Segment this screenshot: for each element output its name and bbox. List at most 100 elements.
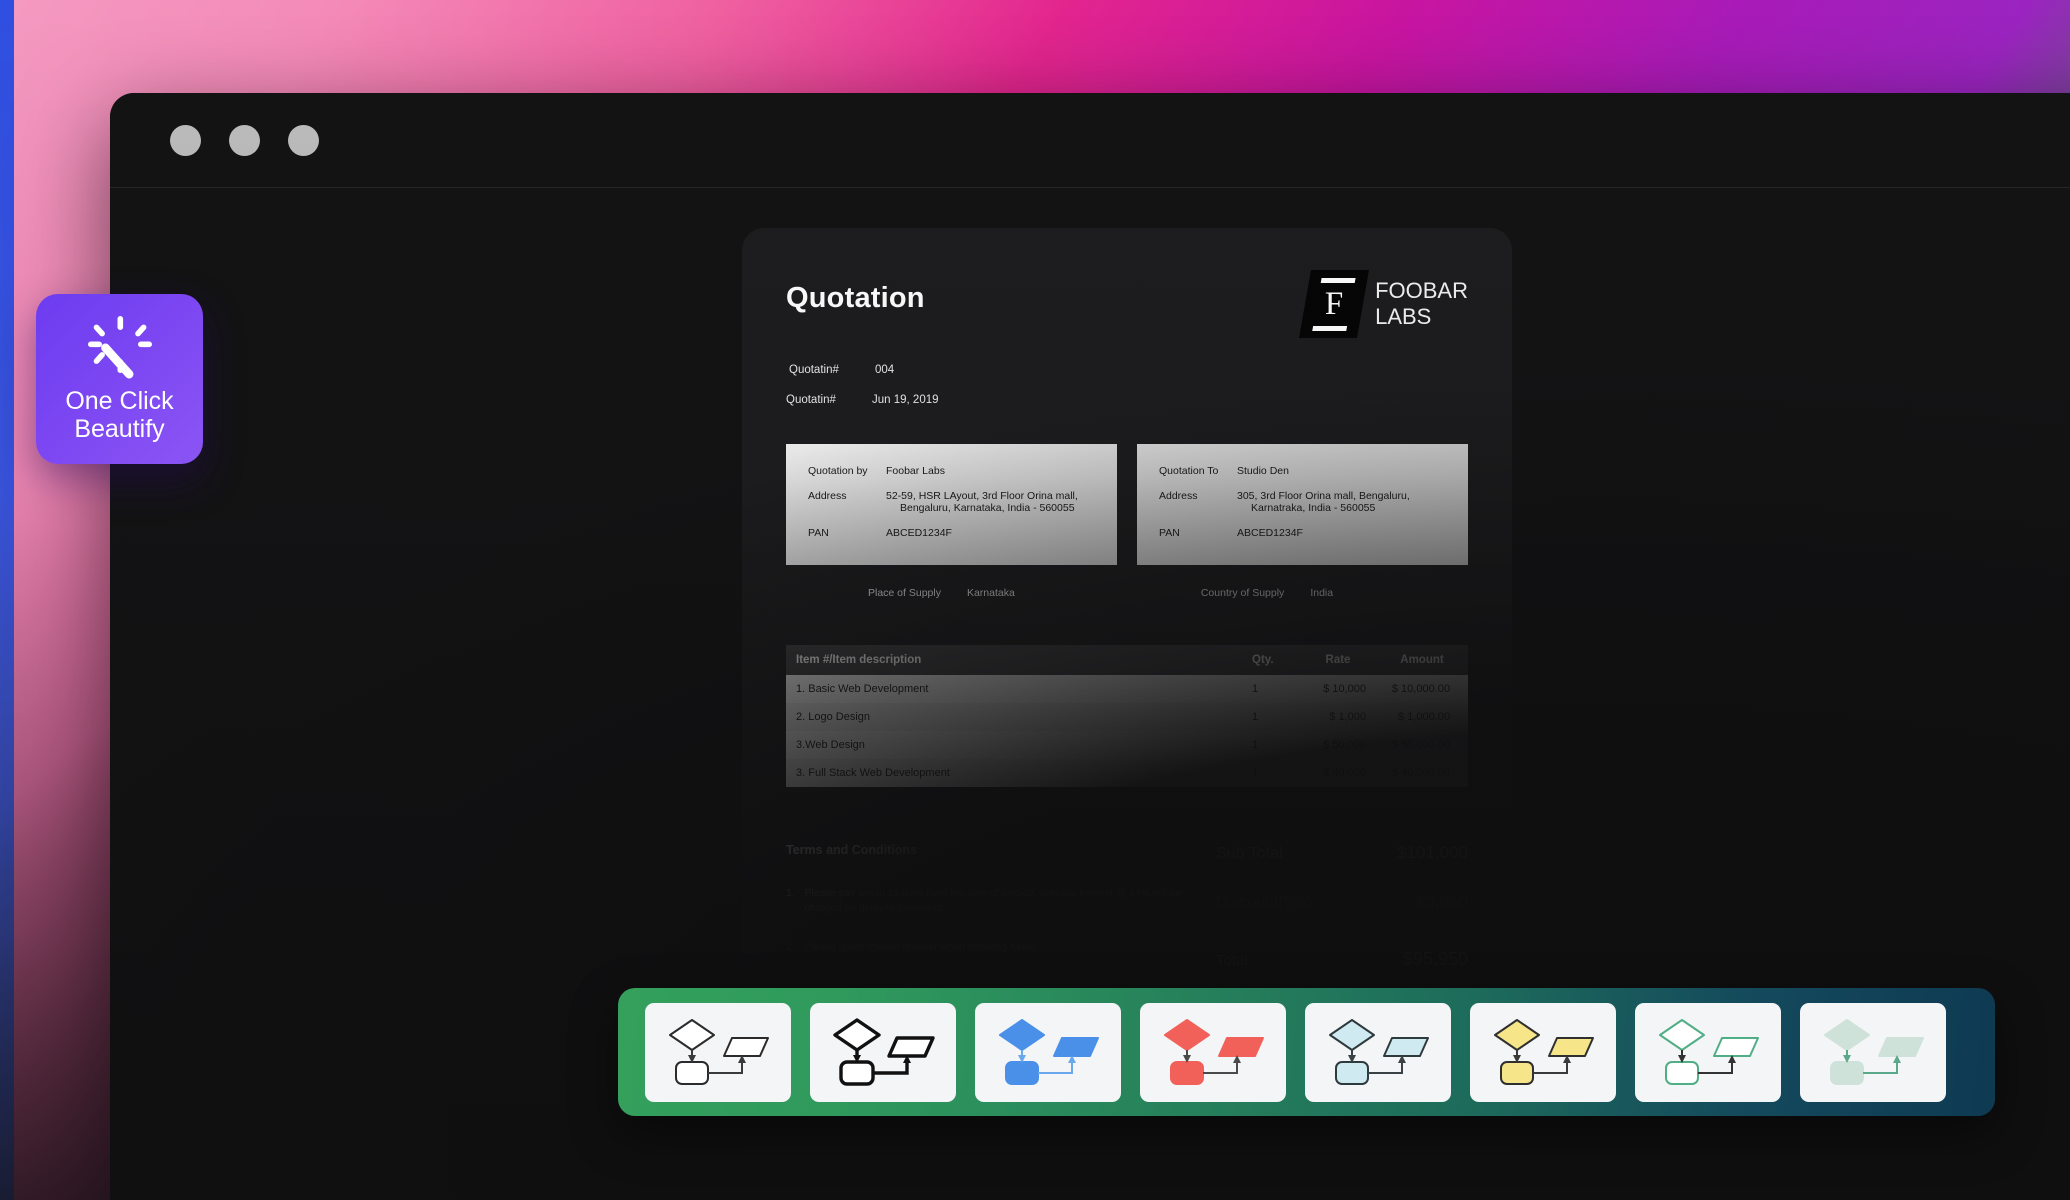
template-thumbnail[interactable] [1305,1002,1451,1102]
to-pan-value: ABCED1234F [1237,527,1303,539]
logo-letter: F [1324,285,1344,322]
party-cards: Quotation by Foobar Labs Address 52-59, … [786,444,1468,565]
from-party-row: Quotation by Foobar Labs [808,465,1095,477]
logo-bar-bottom [1312,325,1348,331]
template-thumbnail[interactable] [645,1002,791,1102]
from-party-label: Quotation by [808,465,868,477]
process-box [1665,1061,1699,1085]
subtotal-label: Sub Total [1216,845,1283,862]
cell-rate: $ 40,000 [1300,759,1376,787]
from-pan-label: PAN [808,527,829,539]
logo-bar-top [1320,277,1356,283]
table-row: 3. Full Stack Web Development 1 $ 40,000 $ … [786,759,1468,787]
process-box [1335,1061,1369,1085]
decision-diamond [1494,1019,1540,1051]
from-address-value: 52-59, HSR LAyout, 3rd Floor Orina mall,… [886,490,1078,514]
terms-section: Terms and Conditions 1. Please pay within… [786,843,1186,980]
meta-label-number: Quotatin# [789,364,839,376]
total-row: Total $95,950 [1216,949,1468,970]
badge-label-line1: One Click [65,386,174,415]
cell-qty: 1 [1242,675,1300,703]
supply-info: Place of Supply Karnataka Country of Sup… [786,587,1468,599]
cell-amount: $ 10,000.00 [1376,675,1468,703]
company-name-line1: FOOBAR [1375,278,1468,304]
cell-item: 3. Full Stack Web Development [786,759,1242,787]
total-value: $95,950 [1402,949,1468,969]
country-of-supply-label: Country of Supply [1200,587,1285,599]
meta-label-date: Quotatin# [786,394,836,406]
terms-item: 1. Please pay within 15 days from the dat… [786,887,1186,917]
discount-label: Discount(5%) [1216,894,1313,911]
to-address-row: Address 305, 3rd Floor Orina mall, Benga… [1159,490,1446,514]
data-parallelogram [1713,1037,1759,1057]
decision-diamond [1824,1019,1870,1051]
decision-diamond [1329,1019,1375,1051]
table-header-row: Item #/Item description Qty. Rate Amount [786,645,1468,675]
connector-elbow [1533,1061,1568,1074]
country-of-supply: Country of Supply India [1201,587,1333,599]
template-carousel[interactable] [618,988,1995,1116]
badge-label: One Click Beautify [65,387,173,444]
col-rate: Rate [1300,645,1376,675]
process-box [1170,1061,1204,1085]
template-thumbnail[interactable] [1470,1002,1616,1102]
line-items-table: Item #/Item description Qty. Rate Amount… [786,645,1468,787]
cell-amount: $ 1,000.00 [1376,703,1468,731]
badge-label-line2: Beautify [74,415,165,443]
connector-elbow [708,1061,743,1074]
meta-row-date: Quotatin# Jun 19, 2019 [786,394,1468,406]
to-party-label: Quotation To [1159,465,1219,477]
to-address-line1: 305, 3rd Floor Orina mall, Bengaluru, [1237,490,1410,502]
connector-elbow [1368,1061,1403,1074]
minimize-dot[interactable] [229,124,260,156]
template-thumbnail[interactable] [810,1002,956,1102]
window-titlebar [110,93,2070,188]
cell-amount: $ 40,000.00 [1376,759,1468,787]
cell-item: 3.Web Design [786,731,1242,759]
to-pan-label: PAN [1159,527,1180,539]
template-thumbnail[interactable] [1635,1002,1781,1102]
connector-elbow [1203,1061,1238,1074]
close-dot[interactable] [170,124,201,156]
data-parallelogram [723,1037,769,1057]
template-thumbnail[interactable] [1800,1002,1946,1102]
subtotal-value: $101,000 [1397,843,1468,862]
data-parallelogram [1053,1037,1099,1057]
quotation-by-card: Quotation by Foobar Labs Address 52-59, … [786,444,1117,565]
place-of-supply: Place of Supply Karnataka [868,587,1015,599]
data-parallelogram [887,1036,935,1058]
one-click-beautify-badge[interactable]: One Click Beautify [36,294,203,464]
connector-elbow [1863,1061,1898,1074]
quotation-meta: Quotatin# 004 Quotatin# Jun 19, 2019 [786,364,1468,406]
data-parallelogram [1548,1037,1594,1057]
from-party-value: Foobar Labs [886,465,945,477]
maximize-dot[interactable] [288,124,319,156]
total-label: Total [1216,952,1248,969]
process-box [839,1060,875,1086]
totals-section: Sub Total $101,000 Discount(5%) - $5,050… [1208,843,1468,980]
from-address-label: Address [808,490,847,502]
meta-value-number: 004 [875,364,895,376]
data-parallelogram [1218,1037,1264,1057]
cell-item: 1. Basic Web Development [786,675,1242,703]
col-amount: Amount [1376,645,1468,675]
cell-qty: 1 [1242,703,1300,731]
template-thumbnail[interactable] [975,1002,1121,1102]
foobar-logo-mark: F [1299,270,1370,338]
terms-and-totals: Terms and Conditions 1. Please pay within… [786,843,1468,980]
col-qty: Qty. [1242,645,1300,675]
company-name-line2: LABS [1375,304,1432,329]
connector-elbow [1698,1061,1733,1074]
template-thumbnail[interactable] [1140,1002,1286,1102]
terms-heading: Terms and Conditions [786,843,918,857]
backdrop-blue-edge [0,0,14,1200]
place-of-supply-value: Karnataka [966,587,1015,599]
process-box [1005,1061,1039,1085]
data-parallelogram [1383,1037,1429,1057]
cell-item: 2. Logo Design [786,703,1242,731]
process-box [1830,1061,1864,1085]
country-of-supply-value: India [1310,587,1334,599]
decision-diamond [669,1019,715,1051]
magic-wand-sparkle-icon [85,315,155,381]
line-items-header: Item #/Item description Qty. Rate Amount [786,645,1468,675]
